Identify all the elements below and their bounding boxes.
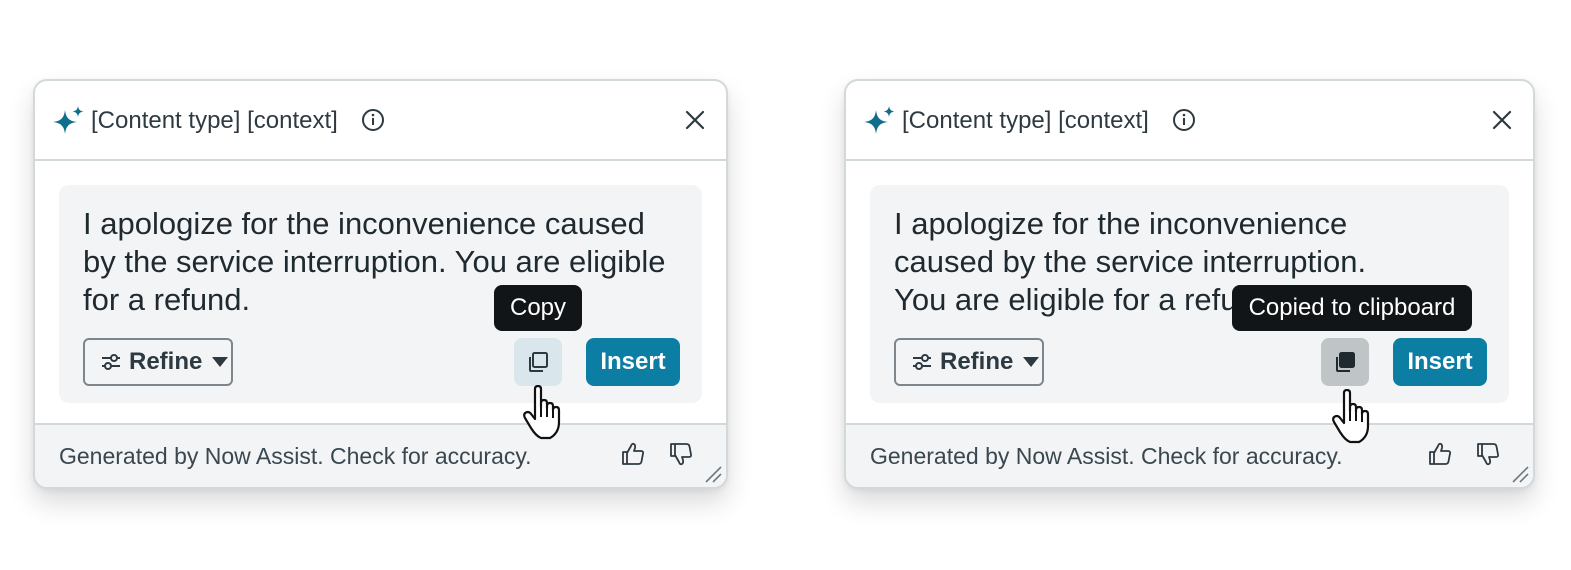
panel-footer: Generated by Now Assist. Check for accur…	[846, 423, 1533, 487]
copy-tooltip: Copy	[494, 285, 582, 331]
refine-label: Refine	[129, 348, 203, 375]
panel-header: [Content type] [context]	[35, 81, 726, 161]
insert-button[interactable]: Insert	[586, 338, 680, 386]
insert-button[interactable]: Insert	[1393, 338, 1487, 386]
resize-handle-icon[interactable]	[1509, 463, 1529, 483]
stage: [Content type] [context] I apologize for…	[0, 0, 1571, 570]
disclaimer-text: Generated by Now Assist. Check for accur…	[870, 443, 1343, 469]
thumbs-down-icon[interactable]	[668, 441, 694, 467]
close-icon[interactable]	[1491, 109, 1513, 131]
panel-header: [Content type] [context]	[846, 81, 1533, 161]
thumbs-up-icon[interactable]	[620, 441, 646, 467]
sliders-icon	[102, 354, 120, 370]
caret-down-icon	[1023, 357, 1040, 367]
info-icon[interactable]	[1172, 108, 1196, 132]
refine-label: Refine	[940, 348, 1014, 375]
panel-title: [Content type] [context]	[91, 107, 338, 134]
copy-icon	[529, 352, 548, 372]
copy-icon	[1336, 352, 1355, 372]
thumbs-down-icon[interactable]	[1475, 441, 1501, 467]
refine-button[interactable]: Refine	[83, 338, 233, 386]
panel-title: [Content type] [context]	[902, 107, 1149, 134]
sliders-icon	[913, 354, 931, 370]
refine-button[interactable]: Refine	[894, 338, 1044, 386]
copied-tooltip: Copied to clipboard	[1232, 285, 1472, 331]
caret-down-icon	[212, 357, 229, 367]
sparkle-icon	[53, 106, 84, 134]
copy-button[interactable]	[514, 338, 562, 386]
response-box: I apologize for the inconvenience caused…	[59, 185, 702, 403]
panel-footer: Generated by Now Assist. Check for accur…	[35, 423, 726, 487]
now-assist-panel-copied: [Content type] [context] I apologize for…	[844, 79, 1535, 489]
resize-handle-icon[interactable]	[702, 463, 722, 483]
sparkle-icon	[864, 106, 895, 134]
close-icon[interactable]	[684, 109, 706, 131]
info-icon[interactable]	[361, 108, 385, 132]
now-assist-panel-hover: [Content type] [context] I apologize for…	[33, 79, 728, 489]
copy-button[interactable]	[1321, 338, 1369, 386]
thumbs-up-icon[interactable]	[1427, 441, 1453, 467]
disclaimer-text: Generated by Now Assist. Check for accur…	[59, 443, 532, 469]
response-text: I apologize for the inconvenience caused…	[83, 206, 666, 317]
